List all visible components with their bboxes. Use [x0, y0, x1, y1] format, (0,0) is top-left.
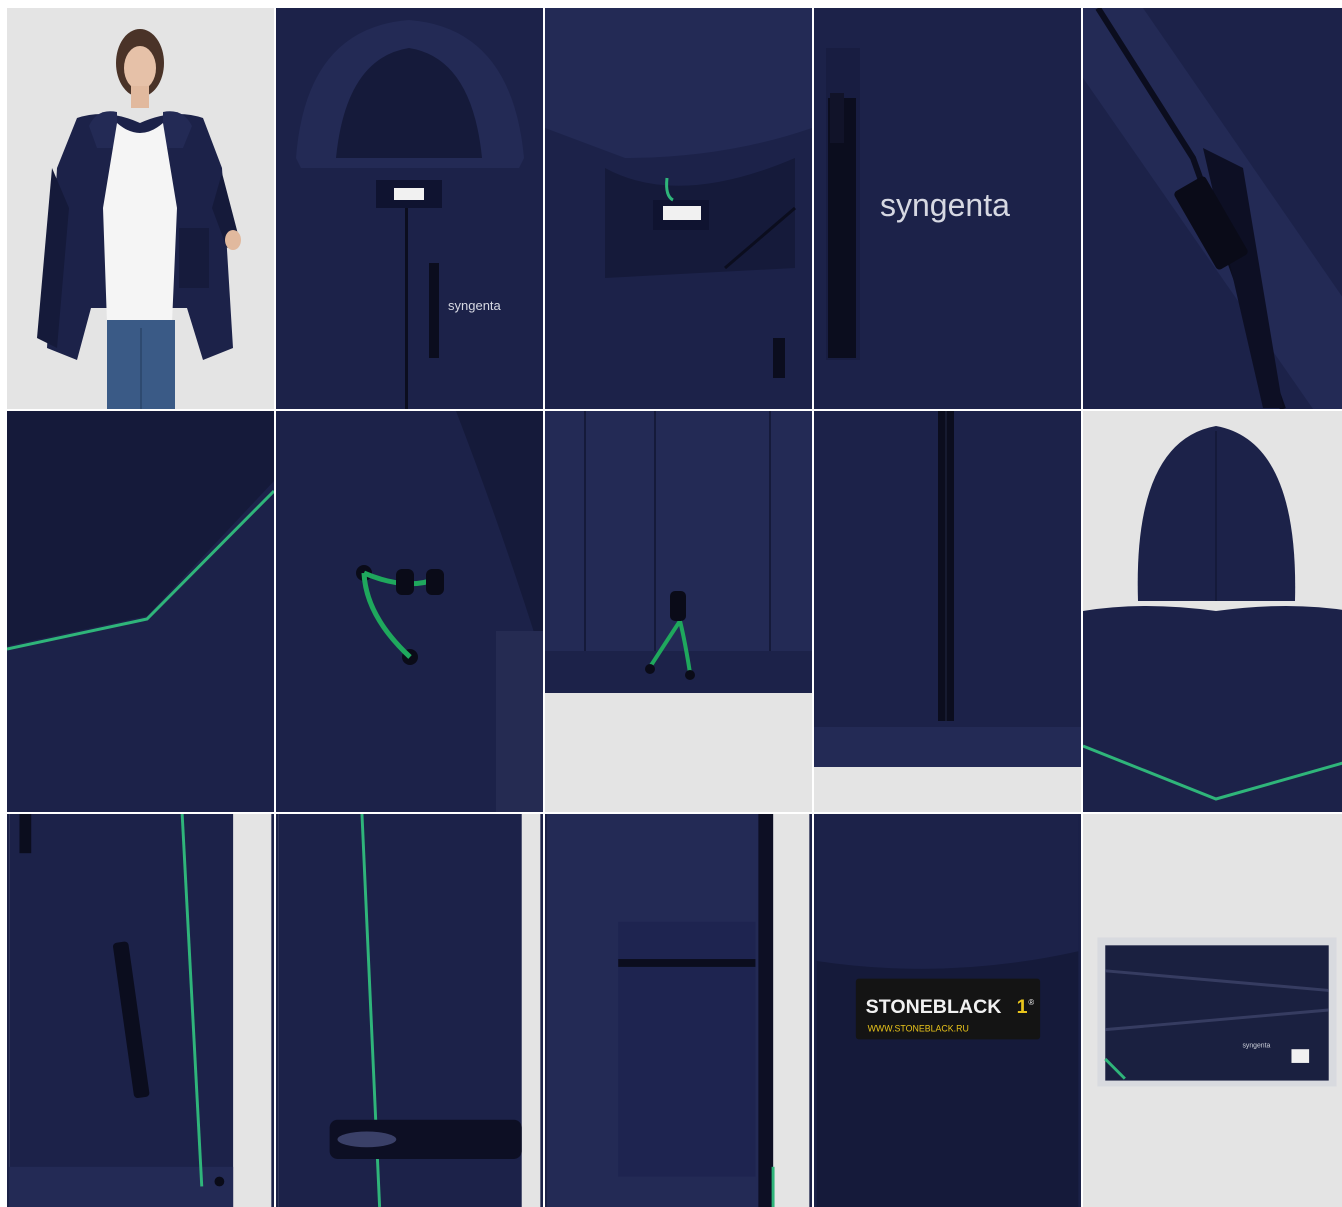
hem-drawcord-photo	[545, 411, 812, 812]
collar-photo	[545, 8, 812, 409]
packaging-photo: syngenta	[1085, 814, 1342, 1207]
label-mark: 1	[1017, 996, 1028, 1018]
zipper-photo	[1083, 8, 1342, 409]
inner-pocket-photo	[547, 814, 810, 1207]
tile-back-piping[interactable]	[7, 411, 274, 812]
chest-logo-photo: syngenta	[814, 8, 1081, 409]
front-zipper-photo	[814, 411, 1081, 812]
drawcord-photo	[276, 411, 543, 812]
tile-collar-inside[interactable]	[545, 8, 812, 409]
tile-side-pocket[interactable]	[7, 814, 274, 1207]
tile-model-front[interactable]	[7, 8, 274, 409]
side-pocket-photo	[9, 814, 272, 1207]
tile-zipper-pull[interactable]	[1083, 8, 1342, 409]
piping-photo	[7, 411, 274, 812]
hood-front-photo: syngenta	[276, 8, 543, 409]
tile-hem-drawcord[interactable]	[545, 411, 812, 812]
tile-packaging[interactable]: syngenta	[1083, 814, 1342, 1207]
label-brand-text: STONEBLACK	[866, 996, 1002, 1018]
syngenta-logo: syngenta	[448, 298, 502, 313]
model-photo	[7, 8, 274, 409]
tile-sleeve-cuff[interactable]	[276, 814, 543, 1207]
tile-hood-front[interactable]: syngenta	[276, 8, 543, 409]
tile-hood-back[interactable]	[1083, 411, 1342, 812]
tile-chest-logo[interactable]: syngenta	[814, 8, 1081, 409]
tile-inner-pocket[interactable]	[545, 814, 812, 1207]
product-image-grid: syngenta syngenta STONEBLACK 1 ® WWW.STO…	[7, 8, 1342, 1207]
tile-brand-label[interactable]: STONEBLACK 1 ® WWW.STONEBLACK.RU	[814, 814, 1081, 1207]
hood-back-photo	[1083, 411, 1342, 812]
tile-front-zipper[interactable]	[814, 411, 1081, 812]
tile-hood-drawcord[interactable]	[276, 411, 543, 812]
sleeve-cuff-photo	[278, 814, 541, 1207]
syngenta-logo-large: syngenta	[880, 187, 1010, 223]
packaging-logo: syngenta	[1242, 1042, 1270, 1049]
brand-label-photo: STONEBLACK 1 ® WWW.STONEBLACK.RU	[816, 814, 1079, 1207]
label-url: WWW.STONEBLACK.RU	[868, 1024, 969, 1034]
label-registered: ®	[1028, 998, 1034, 1007]
